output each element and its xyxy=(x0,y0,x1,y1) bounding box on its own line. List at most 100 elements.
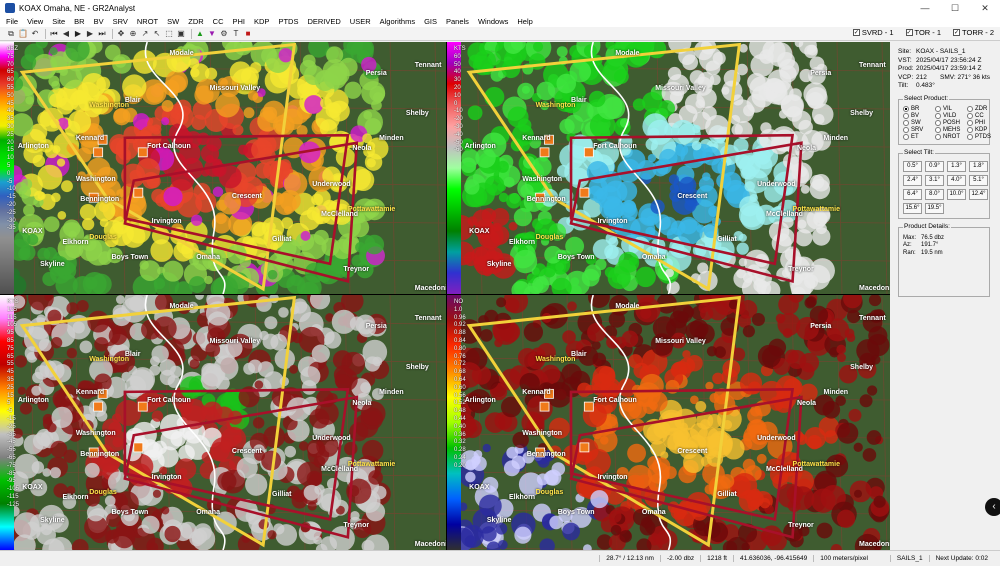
triangle-green-icon[interactable]: ▲ xyxy=(195,29,205,39)
menu-item-kdp[interactable]: KDP xyxy=(254,17,269,26)
tilt-button[interactable]: 4.0° xyxy=(947,174,966,186)
checkbox[interactable]: ✓ xyxy=(852,29,860,36)
measure-icon[interactable]: ↗ xyxy=(140,29,150,39)
spotter-report-icon[interactable] xyxy=(539,401,550,412)
collapse-arrow-icon[interactable]: ‹ xyxy=(985,498,1000,516)
menu-item-panels[interactable]: Panels xyxy=(446,17,469,26)
product-radio-srv[interactable]: SRV xyxy=(903,126,935,133)
radar-pane-cc[interactable]: NO 1.0 0.96 0.92 0.88 0.84 0.80 0.76 0.72 0.68 0.6… xyxy=(447,295,890,550)
warning-toggle-svrd[interactable]: ✓ SVRD - 1 xyxy=(852,28,894,37)
last-frame-icon[interactable]: ⏭ xyxy=(97,29,107,39)
product-radio-mehs[interactable]: MEHS xyxy=(935,126,967,133)
spotter-report-icon[interactable] xyxy=(137,147,148,158)
product-radio-bv[interactable]: BV xyxy=(903,112,935,119)
close-button[interactable]: ✕ xyxy=(970,3,1000,14)
spotter-report-icon[interactable] xyxy=(133,187,144,198)
menu-item-user[interactable]: USER xyxy=(350,17,371,26)
maximize-button[interactable]: ☐ xyxy=(940,3,970,14)
product-radio-zdr[interactable]: ZDR xyxy=(967,105,995,112)
zoom-icon[interactable]: ⊕ xyxy=(128,29,138,39)
tilt-button[interactable]: 12.4° xyxy=(969,188,988,200)
menu-item-site[interactable]: Site xyxy=(52,17,65,26)
tilt-button[interactable]: 0.5° xyxy=(903,160,922,172)
menu-item-phi[interactable]: PHI xyxy=(233,17,246,26)
radar-map[interactable] xyxy=(447,295,890,550)
menu-item-help[interactable]: Help xyxy=(517,17,532,26)
select-icon[interactable]: ⬚ xyxy=(164,29,174,39)
tilt-button[interactable]: 1.8° xyxy=(969,160,988,172)
tilt-button[interactable]: 15.6° xyxy=(903,202,922,214)
tilt-button[interactable]: 10.0° xyxy=(947,188,966,200)
cursor-icon[interactable]: ↖ xyxy=(152,29,162,39)
checkbox[interactable]: ✓ xyxy=(953,29,961,36)
radio-dot[interactable] xyxy=(967,105,973,112)
radar-map[interactable] xyxy=(0,42,446,294)
text-icon[interactable]: T xyxy=(231,29,241,39)
tilt-button[interactable]: 8.0° xyxy=(925,188,944,200)
first-frame-icon[interactable]: ⏮ xyxy=(49,29,59,39)
radio-dot[interactable] xyxy=(967,112,973,119)
triangle-purple-icon[interactable]: ▼ xyxy=(207,29,217,39)
product-radio-phi[interactable]: PHI xyxy=(967,119,995,126)
play-icon[interactable]: ▶ xyxy=(73,29,83,39)
radio-dot[interactable] xyxy=(903,119,909,126)
radio-dot[interactable] xyxy=(967,133,973,140)
tilt-button[interactable]: 2.4° xyxy=(903,174,922,186)
radio-dot[interactable] xyxy=(903,105,909,112)
menu-item-ptds[interactable]: PTDS xyxy=(278,17,298,26)
spotter-report-icon[interactable] xyxy=(583,401,594,412)
undo-icon[interactable]: ↶ xyxy=(30,29,40,39)
menu-item-sw[interactable]: SW xyxy=(167,17,179,26)
settings-icon[interactable]: ⚙ xyxy=(219,29,229,39)
product-radio-sw[interactable]: SW xyxy=(903,119,935,126)
radar-pane-srv[interactable]: KTS 60 50 40 30 20 10 0 -10 -20 -30 -40 -50 -60 Modale… xyxy=(447,42,890,294)
spotter-report-icon[interactable] xyxy=(539,147,550,158)
menu-item-srv[interactable]: SRV xyxy=(113,17,128,26)
menu-item-bv[interactable]: BV xyxy=(94,17,104,26)
radio-dot[interactable] xyxy=(903,112,909,119)
radio-dot[interactable] xyxy=(903,126,909,133)
spotter-report-icon[interactable] xyxy=(579,187,590,198)
warning-toggle-tor[interactable]: ✓ TOR - 1 xyxy=(905,28,941,37)
tilt-button[interactable]: 5.1° xyxy=(969,174,988,186)
minimize-button[interactable]: — xyxy=(910,3,940,13)
product-radio-cc[interactable]: CC xyxy=(967,112,995,119)
radio-dot[interactable] xyxy=(935,112,941,119)
product-radio-br[interactable]: BR xyxy=(903,105,935,112)
radio-dot[interactable] xyxy=(935,133,941,140)
radar-map[interactable] xyxy=(447,42,890,294)
checkbox[interactable]: ✓ xyxy=(905,29,913,36)
tilt-button[interactable]: 3.1° xyxy=(925,174,944,186)
prev-frame-icon[interactable]: ◀ xyxy=(61,29,71,39)
camera-icon[interactable]: ▣ xyxy=(176,29,186,39)
paste-icon[interactable]: 📋 xyxy=(18,29,28,39)
tilt-button[interactable]: 0.9° xyxy=(925,160,944,172)
product-radio-kdp[interactable]: KDP xyxy=(967,126,995,133)
move-icon[interactable]: ✥ xyxy=(116,29,126,39)
tilt-button[interactable]: 19.5° xyxy=(925,202,944,214)
radio-dot[interactable] xyxy=(935,119,941,126)
tilt-button[interactable]: 1.3° xyxy=(947,160,966,172)
tilt-button[interactable]: 6.4° xyxy=(903,188,922,200)
spotter-report-icon[interactable] xyxy=(133,442,144,453)
spotter-report-icon[interactable] xyxy=(93,147,104,158)
product-radio-vild[interactable]: VILD xyxy=(935,112,967,119)
menu-item-windows[interactable]: Windows xyxy=(478,17,508,26)
radar-pane-nrot[interactable]: KTS 125 115 105 95 85 75 65 55 45 35 25 15 5 -5 -15 -25-… xyxy=(0,295,446,550)
spotter-report-icon[interactable] xyxy=(583,147,594,158)
radio-dot[interactable] xyxy=(935,126,941,133)
radio-dot[interactable] xyxy=(967,119,973,126)
stop-icon[interactable]: ■ xyxy=(243,29,253,39)
spotter-report-icon[interactable] xyxy=(93,401,104,412)
spotter-report-icon[interactable] xyxy=(137,401,148,412)
menu-item-gis[interactable]: GIS xyxy=(424,17,437,26)
menu-item-file[interactable]: File xyxy=(6,17,18,26)
radar-pane-br[interactable]: dBZ 75 70 65 60 55 50 45 40 35 30 25 20 15 10 5 0 -5 -10 -1… xyxy=(0,42,446,294)
menu-item-algorithms[interactable]: Algorithms xyxy=(380,17,415,26)
menu-item-br[interactable]: BR xyxy=(74,17,84,26)
radar-map[interactable] xyxy=(0,295,446,550)
radio-dot[interactable] xyxy=(935,105,941,112)
copy-icon[interactable]: ⧉ xyxy=(6,29,16,39)
product-radio-ptds[interactable]: PTDS xyxy=(967,133,995,140)
product-radio-vil[interactable]: VIL xyxy=(935,105,967,112)
